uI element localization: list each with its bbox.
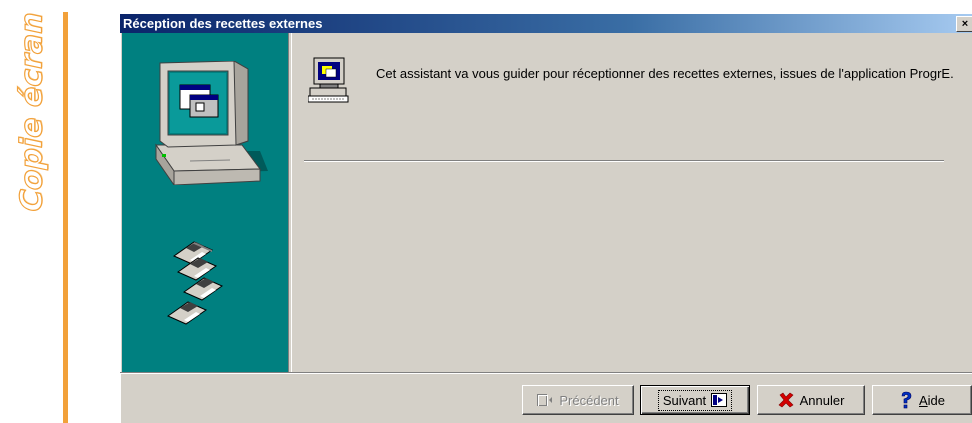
help-button[interactable]: Aide	[872, 385, 972, 415]
help-accel: A	[918, 392, 928, 408]
button-bar-separator	[120, 372, 972, 374]
floppy-disks-icon	[166, 241, 224, 325]
next-arrow-icon	[711, 393, 728, 407]
title-bar[interactable]: Réception des recettes externes ×	[120, 14, 972, 33]
question-mark-icon	[901, 391, 912, 409]
intro-text: Cet assistant va vous guider pour récept…	[376, 66, 954, 81]
gutter-rule	[63, 12, 68, 423]
help-rest: ide	[927, 392, 946, 408]
caption-text: Copie écran	[14, 8, 50, 216]
gutter-caption: Copie écran	[10, 8, 54, 216]
wizard-computer-icon	[308, 57, 349, 103]
cancel-label: Annuler	[799, 392, 845, 408]
side-panel	[122, 33, 288, 372]
next-button[interactable]: Suivant	[640, 385, 750, 415]
previous-button[interactable]: Précédent	[522, 385, 634, 415]
next-focus-box: Suivant	[657, 389, 733, 411]
cancel-button[interactable]: Annuler	[757, 385, 865, 415]
wizard-dialog: Réception des recettes externes × Cet as…	[120, 14, 972, 423]
close-icon: ×	[961, 18, 969, 30]
next-label: Suivant	[662, 392, 707, 408]
window-title: Réception des recettes externes	[123, 16, 323, 31]
previous-arrow-icon	[537, 394, 553, 406]
previous-label: Précédent	[559, 392, 619, 408]
close-button[interactable]: ×	[956, 16, 972, 32]
content-separator	[304, 160, 944, 162]
help-label: Aide	[919, 393, 945, 408]
computer-icon	[155, 61, 268, 185]
red-x-icon	[778, 392, 794, 408]
panel-divider	[288, 33, 292, 372]
